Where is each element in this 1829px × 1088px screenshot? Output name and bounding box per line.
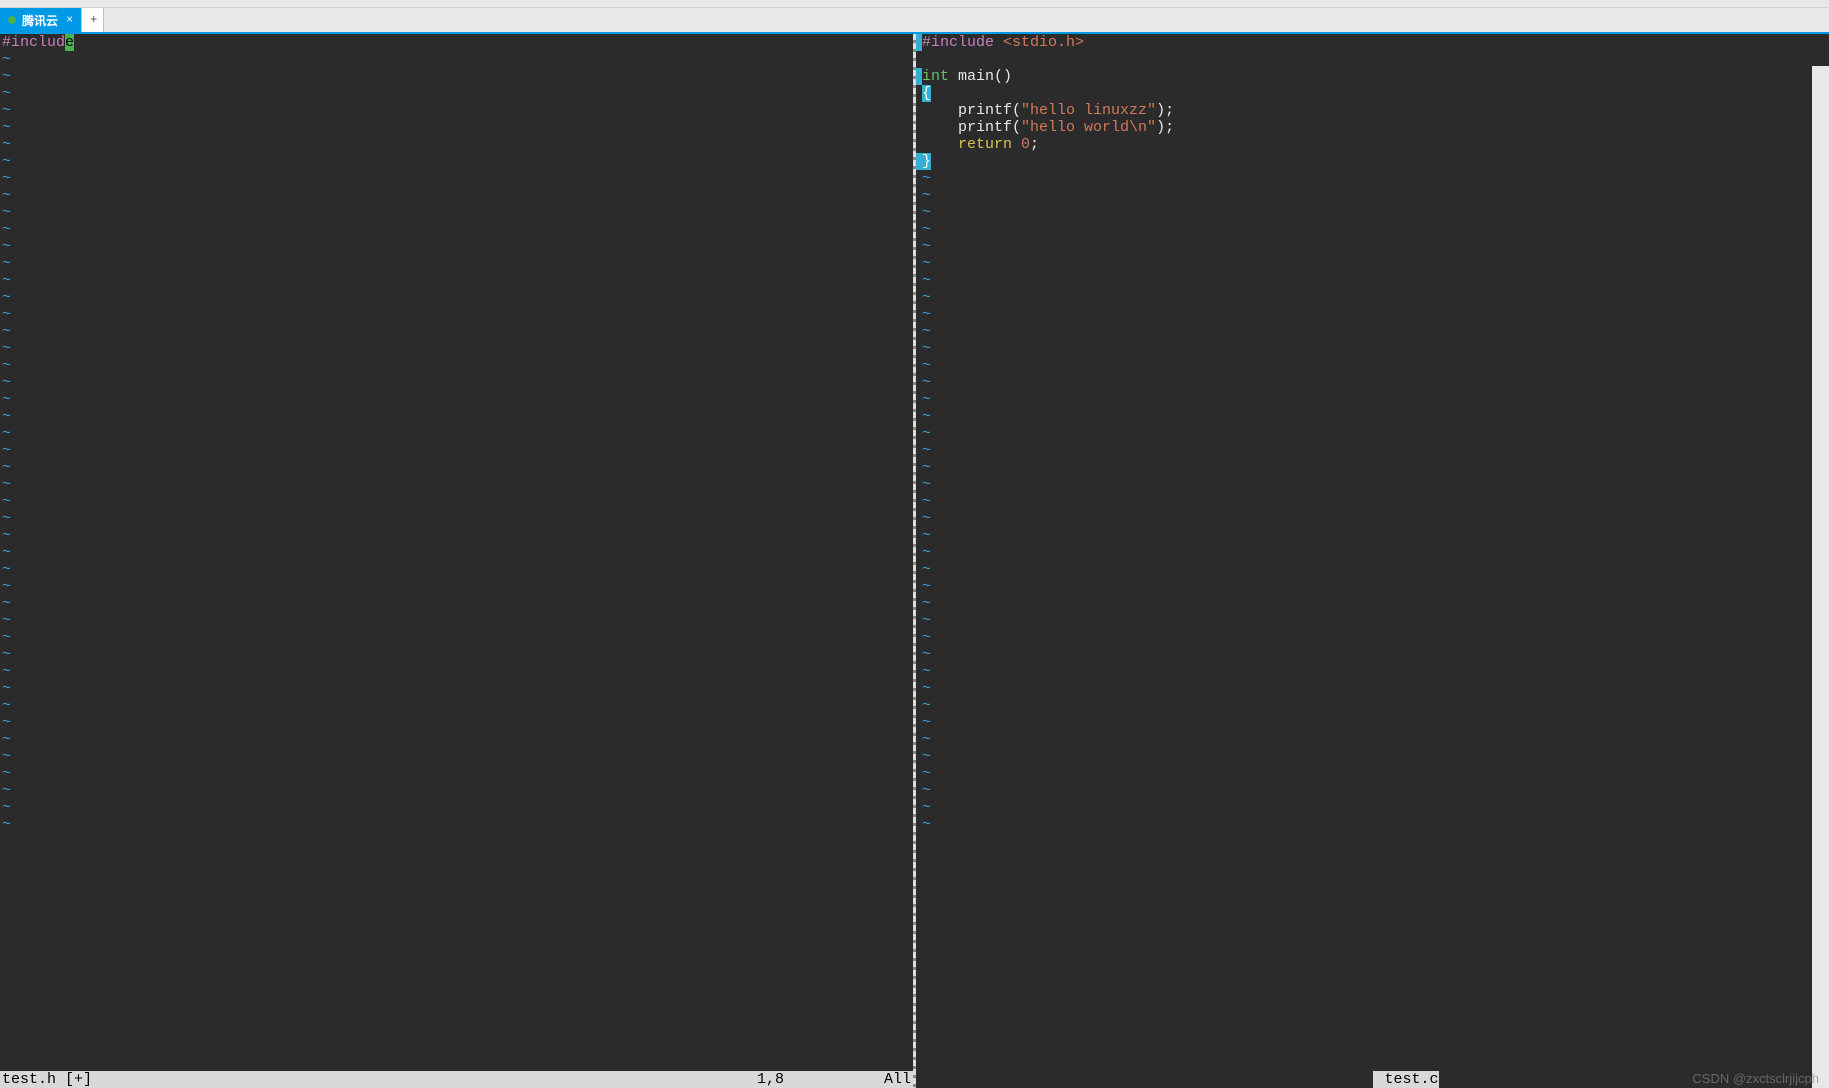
left-statusbar: test.h [+] 1,8 All <box>0 1071 913 1088</box>
watermark: CSDN @zxctsclrjijcph <box>1692 1071 1819 1086</box>
brace-open: { <box>922 85 931 102</box>
tab-active[interactable]: 腾讯云 × <box>0 8 82 32</box>
ident-token: main() <box>949 68 1012 85</box>
number-token: 0 <box>1021 136 1030 153</box>
window-titlebar <box>0 0 1829 8</box>
include-file: <stdio.h> <box>1003 34 1084 51</box>
brace-close: } <box>922 153 931 170</box>
plus-icon: + <box>90 13 97 27</box>
status-file: test.c <box>1385 1071 1439 1088</box>
right-pane[interactable]: #include <stdio.h> int main() { printf("… <box>916 34 1829 1088</box>
return-token: return <box>958 136 1021 153</box>
string-token: "hello world\n" <box>1021 119 1156 136</box>
tab-label: 腾讯云 <box>22 12 58 29</box>
left-code[interactable]: #include ~ ~ ~ ~ ~ ~ ~ ~ ~ ~ ~ ~ ~ ~ ~ ~… <box>0 34 913 833</box>
left-pane[interactable]: #include ~ ~ ~ ~ ~ ~ ~ ~ ~ ~ ~ ~ ~ ~ ~ ~… <box>0 34 913 1088</box>
string-token: "hello linuxzz" <box>1021 102 1156 119</box>
preproc-token: #includ <box>2 34 65 51</box>
status-position: 1,8 <box>757 1071 784 1088</box>
new-tab-button[interactable]: + <box>82 8 104 32</box>
status-scroll: All <box>784 1071 913 1088</box>
status-dot-icon <box>8 16 16 24</box>
scrollbar[interactable] <box>1812 66 1829 1088</box>
cursor: e <box>65 34 74 51</box>
right-gutter <box>916 34 922 1088</box>
preproc-token: #include <box>922 34 1003 51</box>
status-file: test.h [+] <box>0 1071 92 1088</box>
close-icon[interactable]: × <box>64 13 75 27</box>
gutter-mark <box>916 68 922 85</box>
tab-bar: 腾讯云 × + <box>0 8 1829 32</box>
right-code[interactable]: #include <stdio.h> int main() { printf("… <box>916 34 1829 833</box>
right-statusbar: test.c <box>1373 1071 1439 1088</box>
gutter-mark <box>916 34 922 51</box>
editor-area: #include ~ ~ ~ ~ ~ ~ ~ ~ ~ ~ ~ ~ ~ ~ ~ ~… <box>0 32 1829 1088</box>
gutter-mark <box>916 153 922 170</box>
type-token: int <box>922 68 949 85</box>
